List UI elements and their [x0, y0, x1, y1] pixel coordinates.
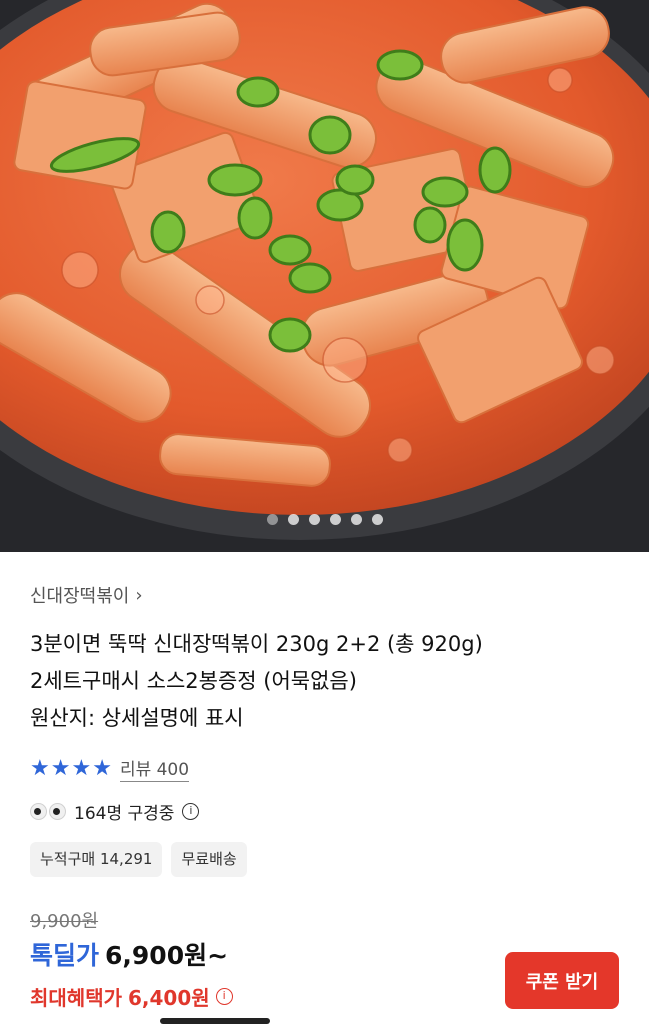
carousel-dot[interactable] [266, 514, 278, 525]
product-title-line: 원산지: 상세설명에 표시 [30, 706, 244, 730]
info-icon[interactable]: i [182, 803, 200, 820]
viewers-count: 164명 구경중 [74, 804, 175, 824]
product-image[interactable] [0, 0, 649, 552]
star-icon: ★ [92, 755, 112, 781]
review-count-link[interactable]: 리뷰 400 [119, 755, 190, 782]
home-indicator [160, 1018, 270, 1024]
carousel-dot[interactable] [329, 514, 341, 525]
tteokbokki-photo [0, 0, 649, 552]
star-rating: ★ ★ ★ ★ [30, 755, 112, 781]
carousel-dot[interactable] [287, 514, 299, 525]
carousel-dot[interactable] [308, 514, 320, 525]
deal-price-row: 톡딜가 6,900원~ [30, 936, 228, 972]
info-icon[interactable]: i [215, 988, 233, 1005]
free-shipping-badge: 무료배송 [171, 842, 247, 877]
star-icon: ★ [50, 755, 71, 781]
product-title-line: 3분이면 뚝딱 신대장떡볶이 230g 2+2 (총 920g) [30, 632, 483, 656]
carousel-indicator[interactable] [0, 514, 649, 525]
product-badges: 누적구매 14,291 무료배송 [30, 842, 247, 877]
store-name[interactable]: 신대장떡볶이 [30, 582, 129, 608]
carousel-dot[interactable] [371, 514, 383, 525]
deal-price: 6,900원~ [105, 941, 229, 970]
original-price: 9,900원 [30, 911, 99, 932]
max-benefit-label: 최대혜택가 [30, 986, 122, 1010]
eyes-icon [30, 803, 66, 820]
coupon-button[interactable]: 쿠폰 받기 [505, 952, 619, 1009]
cumulative-purchases-badge: 누적구매 14,291 [30, 842, 163, 877]
product-info: 신대장떡볶이 › 3분이면 뚝딱 신대장떡볶이 230g 2+2 (총 920g… [0, 552, 649, 1024]
product-title: 3분이면 뚝딱 신대장떡볶이 230g 2+2 (총 920g) 2세트구매시 … [30, 626, 630, 737]
viewers-row: 164명 구경중 i [30, 799, 200, 824]
max-benefit-row: 최대혜택가 6,400원 i [30, 982, 233, 1011]
star-icon: ★ [30, 755, 50, 781]
product-title-line: 2세트구매시 소스2봉증정 (어묵없음) [30, 669, 357, 693]
chevron-right-icon: › [135, 584, 143, 606]
rating-row[interactable]: ★ ★ ★ ★ 리뷰 400 [30, 755, 190, 782]
carousel-dot[interactable] [350, 514, 362, 525]
star-icon: ★ [71, 755, 92, 781]
store-breadcrumb[interactable]: 신대장떡볶이 › [30, 582, 143, 608]
max-benefit-price: 6,400원 [128, 986, 210, 1010]
deal-label: 톡딜가 [30, 941, 100, 970]
